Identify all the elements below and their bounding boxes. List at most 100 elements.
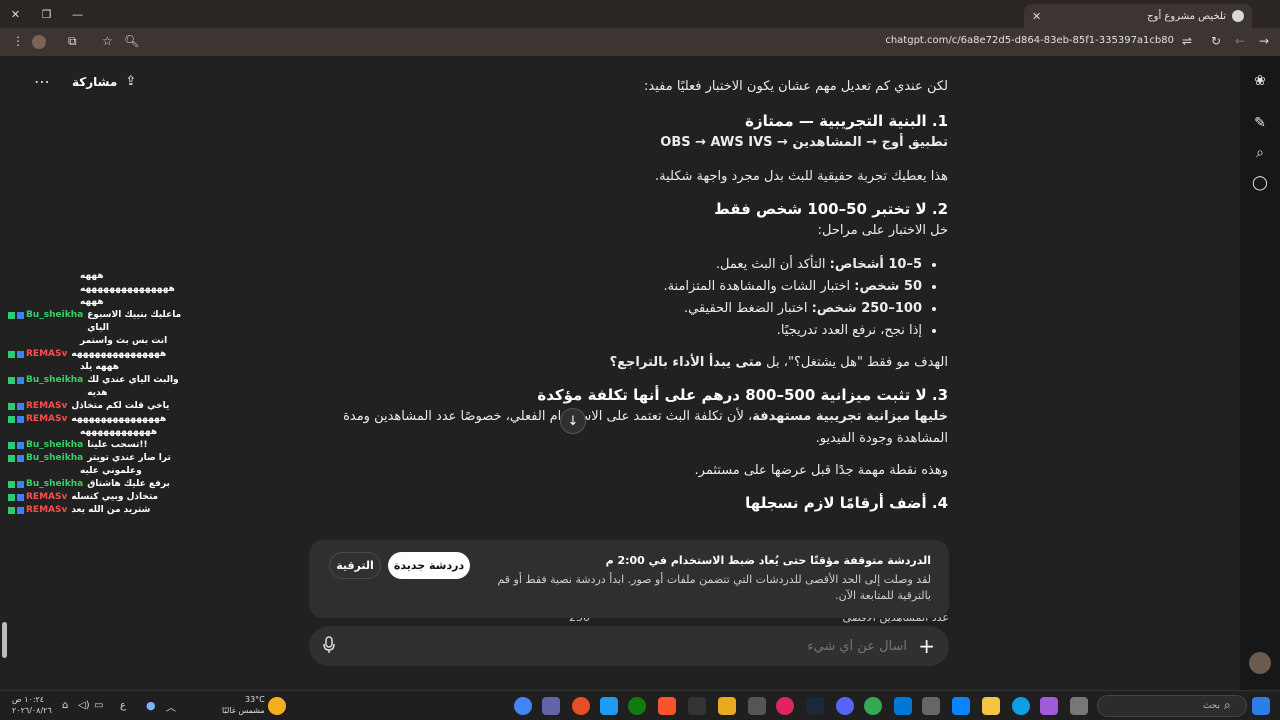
clock-date[interactable]: ٢٠٢٦/٠٨/٢٦ — [12, 706, 52, 715]
more-options-icon[interactable]: ⋯ — [34, 72, 50, 91]
new-chat-button[interactable]: دردشة جديدة — [388, 552, 470, 579]
app-icon[interactable] — [952, 697, 970, 715]
windows-taskbar: ١٠:٢٤ ص ٢٠٢٦/٠٨/٢٦ ⌂ ◁) ▭ ع ● ︿ 33°C مشم… — [0, 690, 1280, 720]
list-item: 5–10 أشخاص: التأكد أن البث يعمل. — [308, 254, 922, 276]
stream-chat-message: هههه يلد — [8, 361, 198, 374]
file-explorer-app-icon[interactable] — [982, 697, 1000, 715]
stream-chat-message: وعلموني عليه — [8, 465, 198, 478]
chat-text: !!تسحب علينا — [87, 440, 148, 450]
subscriber-badge-icon — [8, 312, 15, 319]
stream-chat-message: هههههههههههههههه — [8, 283, 198, 296]
bookmark-star-icon[interactable]: ☆ — [102, 34, 113, 48]
url-field[interactable]: chatgpt.com/c/6a8e72d5-d864-83eb-85f1-33… — [885, 35, 1174, 46]
stream-chat-message: REMASv هههههههههههههههه — [8, 413, 198, 426]
close-window-icon[interactable]: ✕ — [0, 0, 31, 28]
chatgpt-logo-icon[interactable]: ❀ — [1251, 72, 1269, 90]
share-icon[interactable]: ⇪ — [125, 74, 136, 89]
search-icon[interactable]: ⌕ — [1224, 698, 1231, 713]
user-avatar[interactable] — [1249, 652, 1271, 674]
forward-icon[interactable]: ← — [1235, 34, 1245, 48]
add-attachment-icon[interactable]: + — [918, 634, 935, 658]
app-icon[interactable] — [748, 697, 766, 715]
tab-close-icon[interactable]: ✕ — [1032, 10, 1041, 23]
stream-chat-message: هههه — [8, 270, 198, 283]
task-view-icon[interactable] — [1070, 697, 1088, 715]
chat-text: هههه — [80, 297, 104, 307]
extensions-icon[interactable]: ⧉ — [68, 34, 77, 49]
subscriber-badge-icon — [8, 455, 15, 462]
section-1-title: 1. البنية التجريبية — ممتازة — [745, 112, 948, 130]
profile-avatar-icon[interactable] — [32, 35, 46, 49]
input-language[interactable]: ع — [120, 700, 126, 711]
chat-text: ترا صار عندي تويتر — [87, 453, 171, 463]
search-icon[interactable]: ⌕ — [1251, 144, 1269, 162]
new-chat-icon[interactable]: ✎ — [1251, 114, 1269, 132]
tray-overflow-icon[interactable]: ︿ — [166, 699, 176, 714]
scroll-to-bottom-button[interactable]: ↓ — [560, 408, 586, 434]
page-scrollbar[interactable] — [2, 622, 7, 658]
reload-icon[interactable]: ↻ — [1211, 34, 1221, 48]
chat-text: ماعليك بنييك الاسبوع الياي — [87, 310, 182, 333]
restore-window-icon[interactable]: ❐ — [31, 0, 62, 28]
share-button[interactable]: مشاركة — [72, 75, 117, 89]
section-1-note: هذا يعطيك تجربة حقيقية للبث بدل مجرد واج… — [654, 169, 948, 184]
verified-badge-icon — [17, 481, 24, 488]
weather-icon[interactable] — [268, 697, 286, 715]
brave-app-icon[interactable] — [658, 697, 676, 715]
rockstar-app-icon[interactable] — [718, 697, 736, 715]
app-icon[interactable] — [776, 697, 794, 715]
chrome-active-app-icon[interactable] — [864, 697, 882, 715]
minimize-window-icon[interactable]: — — [62, 0, 93, 28]
chat-text: وعلموني عليه — [80, 466, 142, 476]
section-3-note: وهذه نقطة مهمة جدًا قبل عرضها على مستثمر… — [694, 463, 948, 478]
steam-app-icon[interactable] — [806, 697, 824, 715]
intro-text: لكن عندي كم تعديل مهم عشان يكون الاختبار… — [644, 79, 948, 94]
menu-dots-icon[interactable]: ⋮ — [12, 34, 24, 48]
chat-text: هههههههههههههههه — [80, 284, 175, 294]
clock-time[interactable]: ١٠:٢٤ ص — [12, 695, 44, 704]
upgrade-button[interactable]: الترقية — [329, 552, 381, 579]
chat-text: هههههههههههههههه — [71, 414, 167, 424]
prompt-input[interactable] — [367, 626, 907, 666]
xbox-app-icon[interactable] — [628, 697, 646, 715]
subscriber-badge-icon — [8, 351, 15, 358]
subscriber-badge-icon — [8, 494, 15, 501]
assistant-message: لكن عندي كم تعديل مهم عشان يكون الاختبار… — [308, 76, 948, 512]
volume-icon[interactable]: ◁) — [78, 700, 90, 711]
app-icon[interactable] — [572, 697, 590, 715]
browser-tab[interactable]: تلخيص مشروع أوج ✕ — [1024, 4, 1252, 28]
address-bar-row: ⋮ ⧉ ☆ 🔍︎ chatgpt.com/c/6a8e72d5-d864-83e… — [0, 28, 1280, 56]
mic-tray-icon[interactable]: ● — [146, 699, 156, 712]
outlook-app-icon[interactable] — [894, 697, 912, 715]
subscriber-badge-icon — [8, 507, 15, 514]
chat-text: هههههههههههههههه — [71, 349, 167, 359]
weather-desc[interactable]: مشمس غالبًا — [222, 706, 265, 715]
stream-chat-message: REMASv ياخي قلت لكم متخاذل — [8, 400, 198, 413]
edge-app-icon[interactable] — [1012, 697, 1030, 715]
back-icon[interactable]: → — [1259, 34, 1269, 48]
chat-text: هههه يلد — [80, 362, 119, 372]
discord-app-icon[interactable] — [836, 697, 854, 715]
network-icon[interactable]: ⌂ — [62, 700, 68, 711]
verified-badge-icon — [17, 312, 24, 319]
site-settings-icon[interactable]: ⇌ — [1182, 34, 1192, 48]
app-icon[interactable] — [922, 697, 940, 715]
battery-icon[interactable]: ▭ — [94, 700, 103, 711]
browser-tab-strip: ✕ ❐ — + تلخيص مشروع أوج ✕ — [0, 0, 1280, 28]
chat-username: Bu_sheikha — [26, 440, 84, 450]
verified-badge-icon — [17, 351, 24, 358]
chats-icon[interactable]: ◯ — [1251, 174, 1269, 192]
stream-chat-message: Bu_sheikha برفع عليك هاشتاق — [8, 478, 198, 491]
weather-temp[interactable]: 33°C — [245, 695, 265, 704]
copilot-app-icon[interactable] — [1040, 697, 1058, 715]
subscriber-badge-icon — [8, 377, 15, 384]
chrome-app-icon[interactable] — [514, 697, 532, 715]
start-windows-icon[interactable] — [1252, 697, 1270, 715]
x-app-icon[interactable] — [600, 697, 618, 715]
window-controls: ✕ ❐ — — [0, 0, 93, 28]
microphone-icon[interactable] — [323, 636, 335, 654]
conversation-area: لكن عندي كم تعديل مهم عشان يكون الاختبار… — [300, 56, 1240, 690]
zoom-icon[interactable]: 🔍︎ — [124, 34, 139, 48]
teams-app-icon[interactable] — [542, 697, 560, 715]
epic-games-app-icon[interactable] — [688, 697, 706, 715]
